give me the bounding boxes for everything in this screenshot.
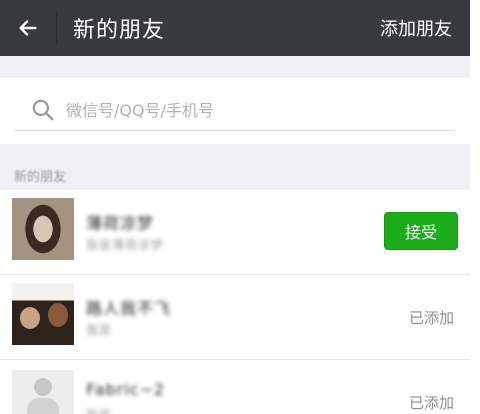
search-input[interactable] bbox=[64, 99, 428, 121]
request-row[interactable]: Fabric~2 我是 已添加 bbox=[0, 360, 470, 414]
page-margin bbox=[470, 0, 480, 414]
contact-name: 路人我不飞 bbox=[86, 299, 172, 318]
top-bar: 新的朋友 添加朋友 bbox=[0, 0, 470, 56]
status-added: 已添加 bbox=[408, 309, 454, 327]
avatar bbox=[12, 283, 74, 345]
avatar bbox=[12, 198, 74, 260]
search-field[interactable] bbox=[14, 90, 454, 131]
search-section bbox=[0, 78, 470, 144]
search-icon bbox=[32, 99, 54, 121]
add-friend-button[interactable]: 添加朋友 bbox=[380, 15, 452, 41]
topbar-divider bbox=[56, 13, 57, 43]
avatar bbox=[12, 370, 74, 414]
friend-request-list: 薄荷凉梦 我是薄荷凉梦 接受 路人我不飞 我是 已添加 Fabric~2 我是 … bbox=[0, 190, 470, 414]
status-added: 已添加 bbox=[408, 394, 454, 412]
request-row[interactable]: 薄荷凉梦 我是薄荷凉梦 接受 bbox=[0, 190, 470, 275]
request-row[interactable]: 路人我不飞 我是 已添加 bbox=[0, 275, 470, 360]
contact-name: 薄荷凉梦 bbox=[86, 214, 155, 233]
back-arrow-icon bbox=[19, 20, 37, 36]
back-button[interactable] bbox=[0, 0, 56, 56]
accept-button[interactable]: 接受 bbox=[384, 212, 458, 250]
page-title: 新的朋友 bbox=[73, 18, 166, 43]
app-window: 新的朋友 添加朋友 新的朋友 薄荷凉梦 我是薄荷凉梦 接受 路人我不飞 我是 已… bbox=[0, 0, 470, 414]
request-message: 我是薄荷凉梦 bbox=[86, 238, 165, 252]
section-header: 新的朋友 bbox=[14, 170, 67, 185]
request-message: 我是 bbox=[86, 406, 112, 414]
contact-name: Fabric~2 bbox=[86, 380, 166, 399]
request-message: 我是 bbox=[86, 323, 113, 337]
